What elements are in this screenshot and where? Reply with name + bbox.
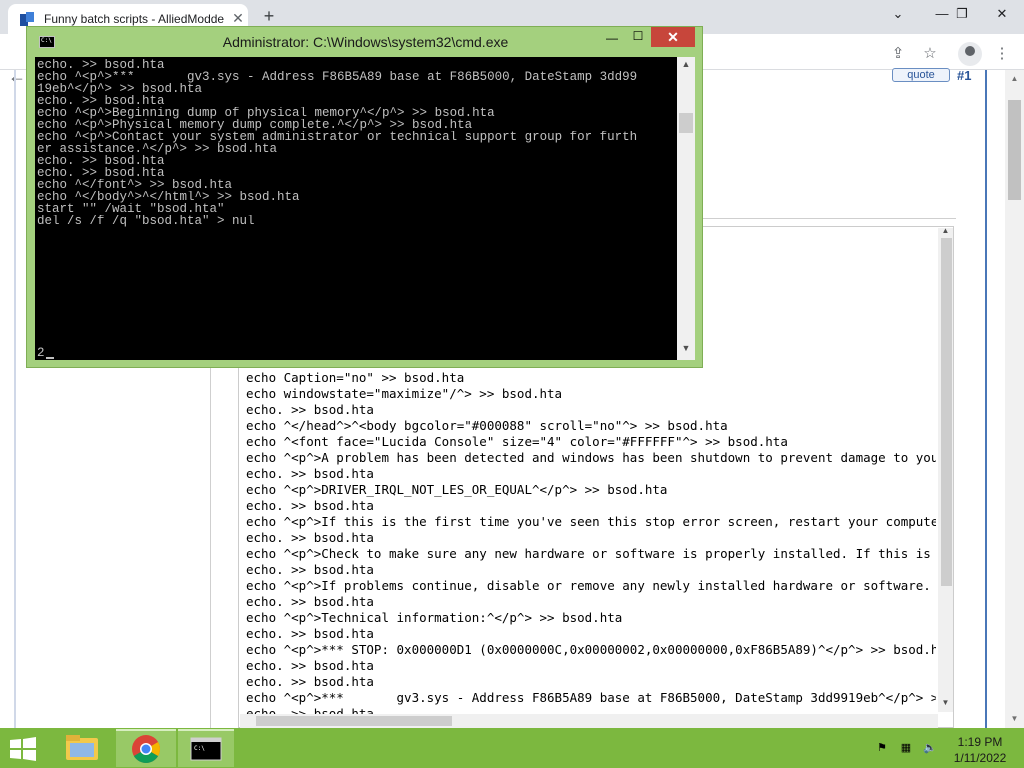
code-line: echo ^<p^>*** STOP: 0x000000D1 (0x000000… (246, 642, 936, 657)
cmd-prompt-text: 2 (37, 346, 45, 360)
code-line: echo ^<p^>If this is the first time you'… (246, 514, 936, 529)
flag-icon[interactable]: ⚑ (874, 741, 890, 755)
cmd-window[interactable]: Administrator: C:\Windows\system32\cmd.e… (26, 26, 703, 368)
code-line: echo ^<p^>Technical information:^</p^> >… (246, 610, 623, 625)
back-arrow-icon[interactable]: ← (8, 66, 26, 87)
cmd-console[interactable]: echo. >> bsod.hta echo ^<p^>*** gv3.sys -… (35, 57, 695, 360)
code-line: echo. >> bsod.hta (246, 498, 374, 513)
page-frame-left (14, 70, 16, 728)
cmd-minimize-button[interactable]: — (601, 31, 623, 49)
alliedmodders-favicon-icon (20, 12, 34, 26)
menu-icon[interactable]: ⋮ (990, 42, 1014, 66)
page-scroll-thumb[interactable] (1008, 100, 1021, 200)
cmd-output-line: echo. >> bsod.hta (37, 167, 165, 179)
cmd-output-line: echo ^<p^>Beginning dump of physical mem… (37, 107, 495, 119)
code-line: echo. >> bsod.hta (246, 626, 374, 641)
cmd-cursor (45, 357, 54, 359)
cmd-output-line: echo ^</font^> >> bsod.hta (37, 179, 233, 191)
cmd-output-line: start "" /wait "bsod.hta" (37, 203, 225, 215)
code-line: echo. >> bsod.hta (246, 562, 374, 577)
code-line: echo windowstate="maximize"/^> >> bsod.h… (246, 386, 563, 401)
clock-time[interactable]: 1:19 PM (944, 735, 1016, 749)
cmd-output-line: echo. >> bsod.hta (37, 59, 165, 71)
code-line: echo Caption="no" >> bsod.hta (246, 370, 465, 385)
code-horizontal-scroll-thumb[interactable] (256, 716, 452, 726)
code-line: echo ^<p^>If problems continue, disable … (246, 578, 936, 593)
cmd-scroll-up-icon[interactable]: ▲ (677, 59, 695, 73)
cmd-taskbar-icon: C:\ (190, 737, 222, 761)
volume-icon[interactable]: 🔈 (922, 741, 938, 755)
cmd-output-lines: echo. >> bsod.hta echo ^<p^>*** gv3.sys -… (37, 59, 675, 227)
post-border (210, 368, 211, 728)
code-vertical-scroll-thumb[interactable] (941, 238, 952, 586)
code-line: echo. >> bsod.hta (246, 402, 374, 417)
cmd-prompt[interactable]: 2 (37, 347, 54, 359)
star-icon[interactable]: ☆ (918, 42, 942, 66)
taskbar-file-explorer[interactable] (52, 729, 112, 767)
quote-button[interactable]: quote (892, 68, 950, 82)
code-line: echo. >> bsod.hta (246, 530, 374, 545)
svg-text:C:\: C:\ (194, 745, 205, 752)
cmd-output-line: 19eb^</p^> >> bsod.hta (37, 83, 203, 95)
page-frame-right (985, 70, 987, 728)
page-scroll-down-icon[interactable]: ▼ (1008, 714, 1021, 726)
code-scroll-down-icon[interactable]: ▼ (938, 698, 953, 710)
chrome-icon (132, 735, 160, 763)
code-line: echo. >> bsod.hta (246, 466, 374, 481)
tab-close-icon[interactable]: ✕ (230, 10, 246, 26)
taskbar-cmd[interactable]: C:\ (178, 729, 234, 767)
folder-icon (66, 735, 98, 760)
page-scroll-up-icon[interactable]: ▲ (1008, 74, 1021, 86)
code-line: echo. >> bsod.hta (246, 594, 374, 609)
browser-tab-search-icon[interactable]: ⌄ (876, 0, 920, 28)
code-line: echo ^<p^>*** gv3.sys - Address F86B5A89… (246, 690, 936, 705)
clock-date[interactable]: 1/11/2022 (944, 751, 1016, 765)
cmd-output-line: echo ^<p^>Physical memory dump complete.… (37, 119, 473, 131)
tab-title: Funny batch scripts - AlliedModders (44, 12, 224, 26)
post-number-link[interactable]: #1 (957, 68, 971, 83)
code-scroll-up-icon[interactable]: ▲ (938, 226, 953, 238)
cmd-output-line: echo ^</body^>^</html^> >> bsod.hta (37, 191, 300, 203)
code-line: echo ^<font face="Lucida Console" size="… (246, 434, 788, 449)
cmd-scroll-thumb[interactable] (679, 113, 693, 133)
cmd-scrollbar[interactable] (677, 57, 695, 360)
post-divider (702, 218, 956, 219)
code-line: echo ^<p^>DRIVER_IRQL_NOT_LES_OR_EQUAL^<… (246, 482, 668, 497)
cmd-output-line: er assistance.^</p^> >> bsod.hta (37, 143, 278, 155)
cmd-maximize-button[interactable]: ☐ (627, 29, 649, 47)
share-icon[interactable]: ⇪ (886, 42, 910, 66)
code-line: echo ^</head^>^<body bgcolor="#000088" s… (246, 418, 728, 433)
code-line: echo ^<p^>Check to make sure any new har… (246, 546, 936, 561)
profile-avatar[interactable] (958, 42, 982, 66)
new-tab-button[interactable]: + (258, 5, 280, 27)
code-lines: echo Caption="no" >> bsod.hta echo window… (246, 370, 936, 722)
browser-close-button[interactable]: ✕ (980, 0, 1024, 28)
cmd-output-line: echo ^<p^>Contact your system administra… (37, 131, 638, 143)
cmd-scroll-down-icon[interactable]: ▼ (677, 343, 695, 357)
cmd-output-line: echo. >> bsod.hta (37, 95, 165, 107)
cmd-output-line: echo. >> bsod.hta (37, 155, 165, 167)
browser-restore-button[interactable]: ❐ (940, 0, 984, 28)
cmd-output-line: echo ^<p^>*** gv3.sys - Address F86B5A89… (37, 71, 638, 83)
cmd-output-line: del /s /f /q "bsod.hta" > nul (37, 215, 255, 227)
cmd-close-button[interactable]: ✕ (651, 27, 695, 47)
code-line: echo ^<p^>A problem has been detected an… (246, 450, 936, 465)
windows-start-icon[interactable] (6, 736, 40, 762)
code-line: echo. >> bsod.hta (246, 658, 374, 673)
code-line: echo. >> bsod.hta (246, 674, 374, 689)
network-icon[interactable]: ▦ (898, 741, 914, 755)
taskbar-chrome[interactable] (116, 729, 176, 767)
